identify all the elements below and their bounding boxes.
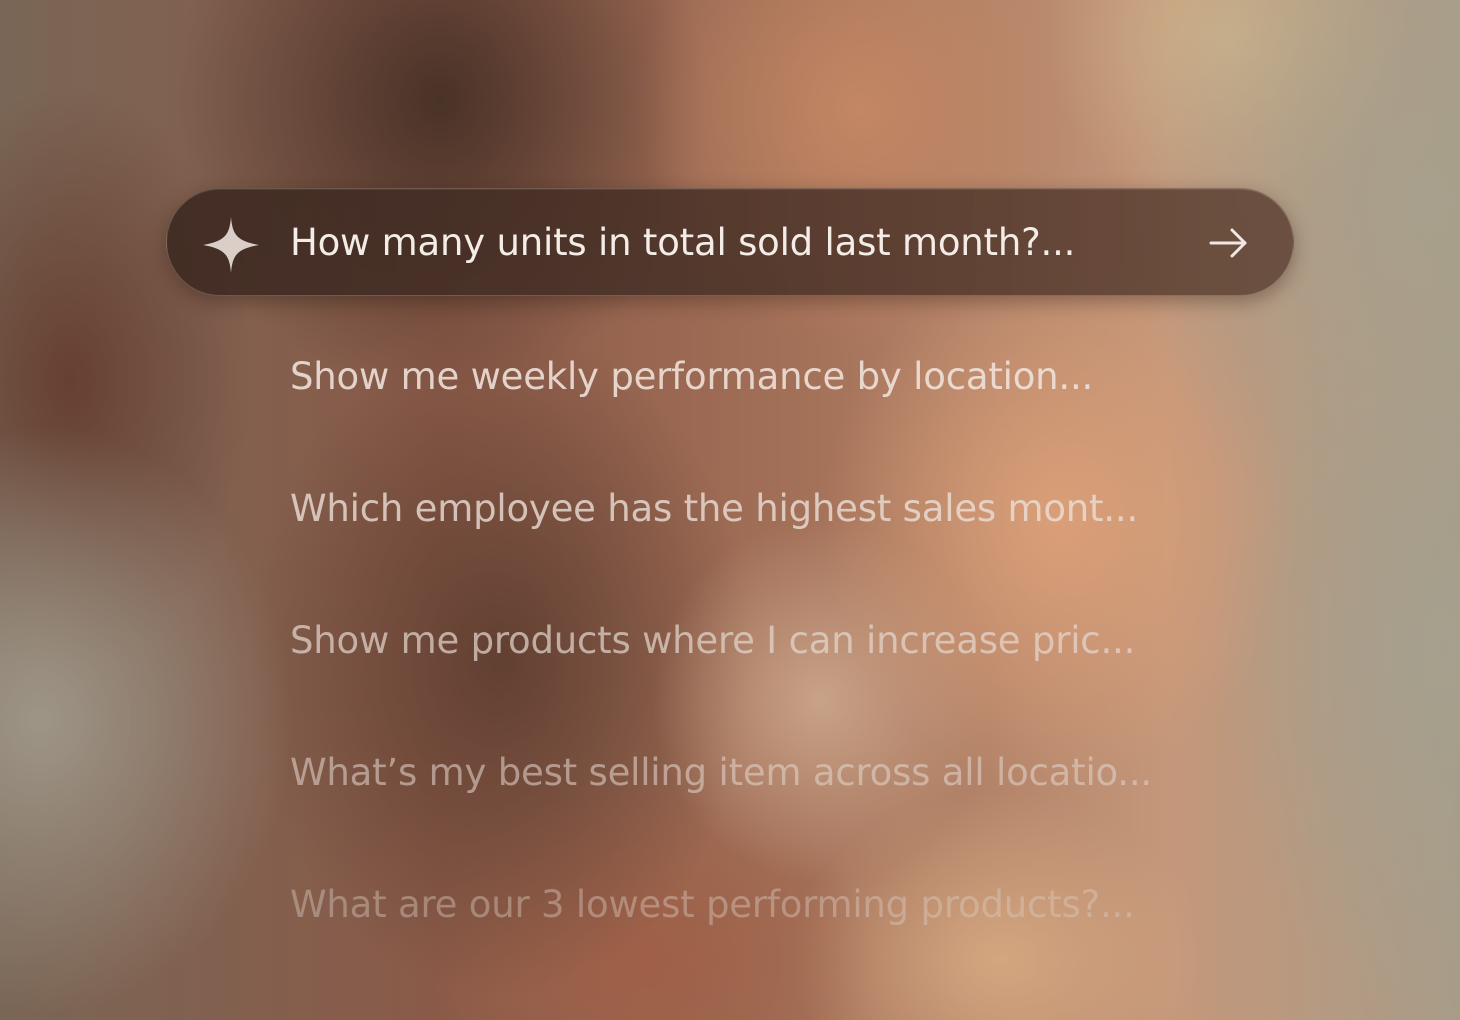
ai-query-panel: How many units in total sold last month?… xyxy=(0,0,1460,1020)
ai-prompt-bar[interactable]: How many units in total sold last month?… xyxy=(166,188,1294,296)
sparkle-icon xyxy=(203,217,259,273)
suggestion-item[interactable]: What are our 3 lowest performing product… xyxy=(290,881,1135,929)
arrow-right-icon[interactable] xyxy=(1205,219,1253,267)
suggestion-item[interactable]: Show me products where I can increase pr… xyxy=(290,617,1135,665)
suggestion-item[interactable]: Show me weekly performance by location..… xyxy=(290,353,1093,401)
suggestion-item[interactable]: What’s my best selling item across all l… xyxy=(290,749,1152,797)
prompt-text[interactable]: How many units in total sold last month?… xyxy=(290,219,1075,267)
suggestion-item[interactable]: Which employee has the highest sales mon… xyxy=(290,485,1138,533)
